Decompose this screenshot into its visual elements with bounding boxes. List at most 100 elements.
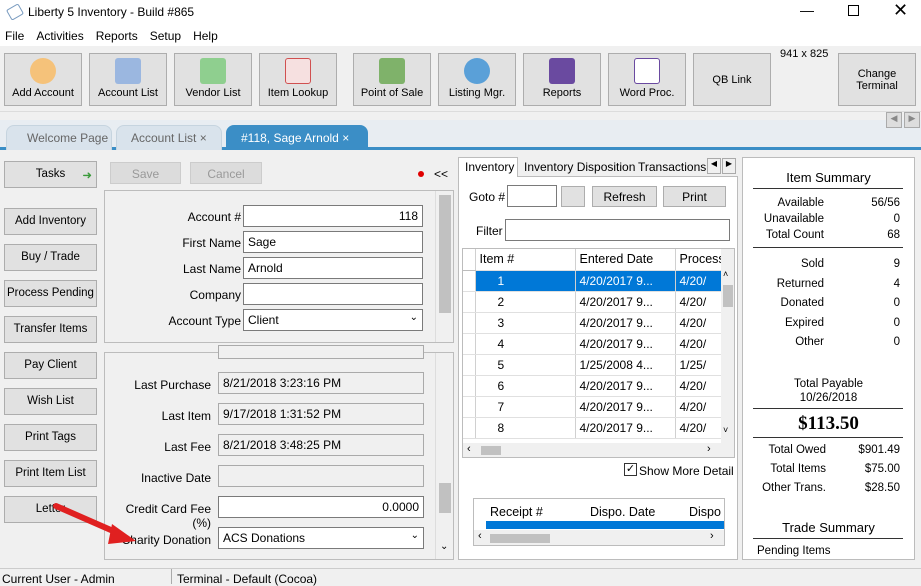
last-name-field[interactable]: Arnold (243, 257, 423, 279)
tab-welcome-page[interactable]: Welcome Page (6, 125, 112, 150)
print-tags-button[interactable]: Print Tags (4, 424, 97, 451)
menu-file[interactable]: File (0, 26, 30, 43)
wish-list-button[interactable]: Wish List (4, 388, 97, 415)
title-bar: Liberty 5 Inventory - Build #865 — ✕ (0, 0, 921, 26)
credit-card-fee-field[interactable]: 0.0000 (218, 496, 424, 518)
goto-label: Goto # (469, 190, 506, 204)
menu-setup[interactable]: Setup (144, 26, 187, 43)
account-number-field[interactable]: 118 (243, 205, 423, 227)
charity-donation-select[interactable]: ACS Donations ⌄ (218, 527, 424, 549)
tab-scroll-right-icon[interactable]: ▶ (904, 112, 920, 128)
last-purchase-field: 8/21/2018 3:23:16 PM (218, 372, 424, 394)
table-row[interactable]: 4 4/20/2017 9... 4/20/ (463, 333, 722, 355)
reports-button[interactable]: Reports (523, 53, 601, 106)
company-field[interactable] (243, 283, 423, 305)
row-selector[interactable] (463, 333, 476, 355)
reports-icon (549, 58, 575, 84)
save-button[interactable]: Save (110, 162, 181, 184)
grid-header: Item #Entered DateProcess D (463, 249, 722, 271)
row-selector[interactable] (463, 396, 476, 418)
qb-link-button[interactable]: QB Link (693, 53, 771, 106)
vendor-list-icon (200, 58, 226, 84)
row-selector[interactable] (463, 270, 476, 292)
filter-input[interactable] (505, 219, 730, 241)
account-info-scrollbar[interactable] (435, 191, 453, 342)
print-button[interactable]: Print (663, 186, 726, 207)
listing-mgr-button[interactable]: Listing Mgr. (438, 53, 516, 106)
row-selector[interactable] (463, 291, 476, 313)
table-row[interactable]: 7 4/20/2017 9... 4/20/ (463, 396, 722, 418)
refresh-button[interactable]: Refresh (592, 186, 657, 207)
row-selector[interactable] (463, 354, 476, 376)
minimize-icon[interactable]: — (800, 2, 814, 18)
table-row[interactable]: 2 4/20/2017 9... 4/20/ (463, 291, 722, 313)
buy-trade-button[interactable]: Buy / Trade (4, 244, 97, 271)
word-proc-button[interactable]: Word Proc. (608, 53, 686, 106)
close-icon[interactable]: ✕ (893, 0, 908, 21)
first-name-field[interactable]: Sage (243, 231, 423, 253)
row-selector[interactable] (463, 312, 476, 334)
tab-left-arrow-icon[interactable]: ◀ (707, 158, 721, 174)
disposition-selected-row[interactable] (486, 521, 724, 529)
menu-help[interactable]: Help (187, 26, 224, 43)
grid-vertical-scrollbar[interactable]: ˄ ˅ (721, 249, 734, 443)
inventory-panel: Goto # Refresh Print Filter Item # Entere… (458, 177, 738, 560)
col-dispo[interactable]: Dispo (689, 505, 721, 519)
col-process-date[interactable]: Process D (675, 249, 722, 271)
transfer-items-button[interactable]: Transfer Items (4, 316, 97, 343)
goto-input[interactable] (507, 185, 557, 207)
row-selector[interactable] (463, 375, 476, 397)
cell-entered-date: 1/25/2008 4... (575, 354, 676, 376)
vendor-list-button[interactable]: Vendor List (174, 53, 252, 106)
account-stats-scrollbar[interactable]: ⌄ (435, 353, 453, 559)
divider (753, 538, 903, 539)
table-row[interactable]: 6 4/20/2017 9... 4/20/ (463, 375, 722, 397)
item-lookup-button[interactable]: Item Lookup (259, 53, 337, 106)
account-list-icon (115, 58, 141, 84)
change-terminal-button[interactable]: Change Terminal (838, 53, 916, 106)
tab-inventory[interactable]: Inventory (458, 157, 518, 177)
process-pending-button[interactable]: Process Pending (4, 280, 97, 307)
point-of-sale-button[interactable]: Point of Sale (353, 53, 431, 106)
returned-label: Returned (776, 278, 824, 290)
table-row[interactable]: 5 1/25/2008 4... 1/25/ (463, 354, 722, 376)
table-row[interactable]: 8 4/20/2017 9... 4/20/ (463, 417, 722, 439)
go-button[interactable] (561, 186, 585, 207)
tab-current-account[interactable]: #118, Sage Arnold × (226, 125, 368, 150)
maximize-icon[interactable] (848, 5, 859, 16)
tasks-button[interactable]: Tasks ➜ (4, 161, 97, 188)
tab-scroll-left-icon[interactable]: ◀ (886, 112, 902, 128)
tab-inventory-disposition[interactable]: Inventory Disposition (520, 160, 635, 174)
collapse-button[interactable]: << (434, 167, 448, 181)
account-list-button[interactable]: Account List (89, 53, 167, 106)
print-item-list-button[interactable]: Print Item List (4, 460, 97, 487)
tab-account-list[interactable]: Account List × (116, 125, 222, 150)
menu-reports[interactable]: Reports (90, 26, 144, 43)
tab-right-arrow-icon[interactable]: ▶ (722, 158, 736, 174)
row-selector[interactable] (463, 417, 476, 439)
add-account-button[interactable]: Add Account (4, 53, 82, 106)
close-tab-icon[interactable]: × (200, 131, 207, 145)
add-inventory-button[interactable]: Add Inventory (4, 208, 97, 235)
pay-client-button[interactable]: Pay Client (4, 352, 97, 379)
close-tab-icon[interactable]: × (342, 131, 349, 145)
col-dispo-date[interactable]: Dispo. Date (590, 505, 655, 519)
col-item-number[interactable]: Item # (475, 249, 576, 271)
cancel-button[interactable]: Cancel (190, 162, 262, 184)
other-value: 0 (893, 336, 900, 348)
col-receipt-number[interactable]: Receipt # (490, 505, 543, 519)
tab-transactions[interactable]: Transactions (634, 160, 706, 174)
cell-entered-date: 4/20/2017 9... (575, 396, 676, 418)
listing-mgr-icon (464, 58, 490, 84)
disposition-horizontal-scrollbar[interactable]: ‹ › (474, 530, 724, 545)
table-row[interactable]: 3 4/20/2017 9... 4/20/ (463, 312, 722, 334)
menu-activities[interactable]: Activities (30, 26, 89, 43)
col-entered-date[interactable]: Entered Date (575, 249, 676, 271)
show-more-checkbox[interactable]: ✓ (624, 463, 637, 476)
cell-process-date: 1/25/ (675, 354, 722, 376)
company-label: Company (189, 288, 241, 302)
table-row[interactable]: 1 4/20/2017 9... 4/20/ (463, 270, 722, 292)
last-fee-field: 8/21/2018 3:48:25 PM (218, 434, 424, 456)
grid-horizontal-scrollbar[interactable]: ‹ › (463, 443, 734, 457)
account-type-select[interactable]: Client ⌄ (243, 309, 423, 331)
